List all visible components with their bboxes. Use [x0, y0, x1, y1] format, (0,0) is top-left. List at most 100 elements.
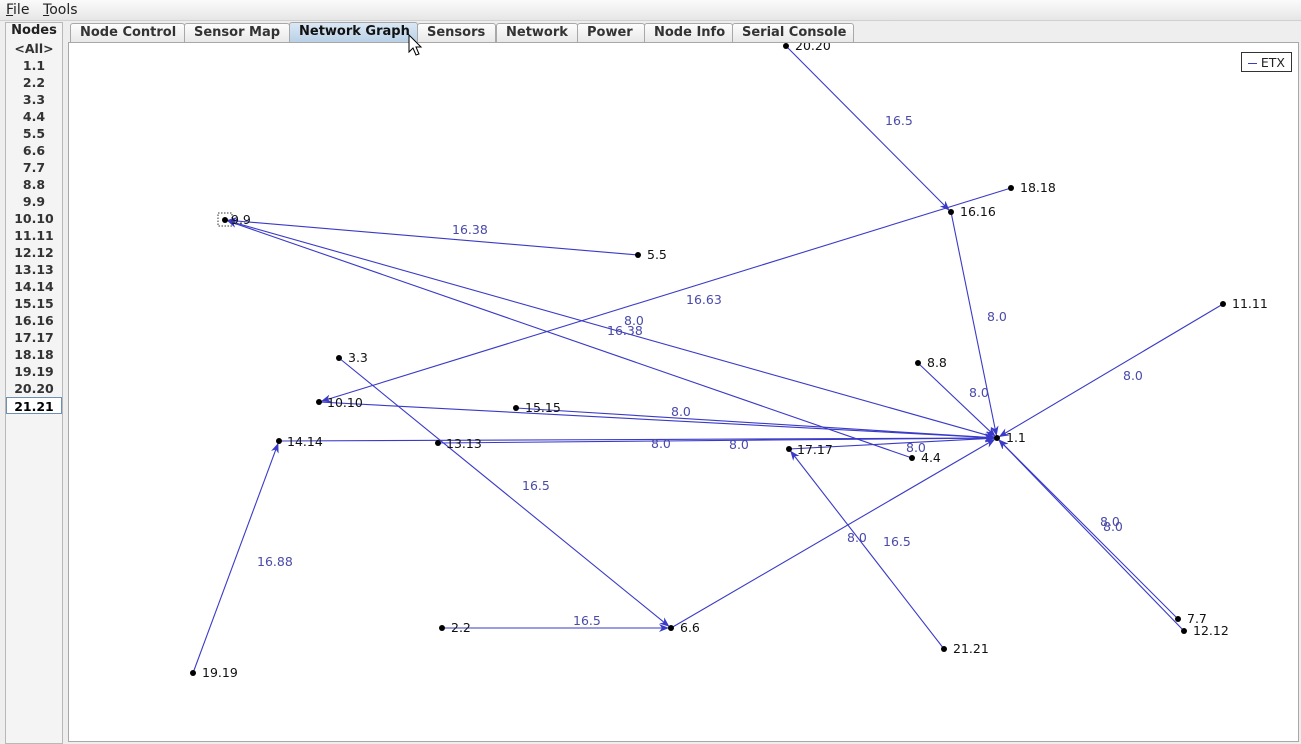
edge-5.5-to-9.9 — [226, 217, 639, 256]
graph-node[interactable]: 20.20 — [783, 43, 831, 53]
menu-tools[interactable]: Tools — [43, 1, 78, 19]
node-list-item[interactable]: 5.5 — [6, 125, 62, 142]
graph-node-dot — [994, 435, 1000, 441]
graph-node-dot — [435, 440, 441, 446]
edge-etx-label: 8.0 — [729, 437, 749, 452]
graph-node[interactable]: 16.16 — [948, 204, 996, 219]
graph-node-label: 5.5 — [647, 247, 667, 262]
graph-node[interactable]: 1.1 — [994, 430, 1026, 445]
graph-node[interactable]: 2.2 — [439, 620, 471, 635]
node-list-item[interactable]: 10.10 — [6, 210, 62, 227]
edge-21.21-to-17.17 — [790, 450, 945, 650]
legend-swatch — [1247, 63, 1257, 64]
graph-node-label: 2.2 — [451, 620, 471, 635]
graph-node-dot — [1008, 185, 1014, 191]
graph-node-label: 3.3 — [348, 350, 368, 365]
node-list-item[interactable]: 14.14 — [6, 278, 62, 295]
tab-network-graph[interactable]: Network Graph — [289, 22, 418, 43]
edge-etx-label: 16.5 — [522, 478, 550, 493]
edge-etx-label: 8.0 — [651, 436, 671, 451]
node-list-item[interactable]: 13.13 — [6, 261, 62, 278]
graph-node-label: 9.9 — [231, 212, 251, 227]
graph-node-dot — [222, 217, 228, 223]
node-list-item[interactable]: 15.15 — [6, 295, 62, 312]
graph-node-dot — [668, 625, 674, 631]
edge-7.7-to-1.1 — [998, 439, 1179, 620]
graph-node[interactable]: 21.21 — [941, 641, 989, 656]
graph-node[interactable]: 8.8 — [915, 355, 947, 370]
graph-node[interactable]: 18.18 — [1008, 180, 1056, 195]
node-list-item[interactable]: 8.8 — [6, 176, 62, 193]
edge-18.18-to-10.10 — [320, 187, 1012, 403]
tab-network[interactable]: Network — [496, 23, 578, 42]
edge-etx-label: 8.0 — [969, 385, 989, 400]
menu-file-mnemonic: F — [6, 2, 14, 18]
graph-node-dot — [439, 625, 445, 631]
graph-node-dot — [915, 360, 921, 366]
nodes-layer: 1.12.23.34.45.56.67.78.89.910.1011.1112.… — [190, 43, 1268, 680]
node-list-item[interactable]: 2.2 — [6, 74, 62, 91]
graph-node-label: 1.1 — [1006, 430, 1026, 445]
graph-node-dot — [190, 670, 196, 676]
legend: ETX — [1240, 52, 1292, 72]
edge-12.12-to-1.1 — [998, 439, 1185, 632]
node-list[interactable]: <All> 1.1 2.2 3.3 4.4 5.5 6.6 7.7 8.8 9.9 10.10 11.… — [6, 40, 62, 414]
network-graph-canvas[interactable]: 16.5 16.38 16.38 8.0 16.63 8.0 8.0 8.0 8.0 8.0 8.0… — [68, 42, 1299, 742]
edge-etx-label: 16.63 — [686, 292, 722, 307]
node-list-item[interactable]: 12.12 — [6, 244, 62, 261]
graph-node-label: 21.21 — [953, 641, 989, 656]
node-list-item[interactable]: 9.9 — [6, 193, 62, 210]
node-list-item[interactable]: 1.1 — [6, 57, 62, 74]
graph-node[interactable]: 11.11 — [1220, 296, 1268, 311]
graph-node-label: 4.4 — [921, 450, 941, 465]
edge-etx-label: 8.0 — [624, 313, 644, 328]
node-list-item[interactable]: 19.19 — [6, 363, 62, 380]
node-list-item[interactable]: 18.18 — [6, 346, 62, 363]
edge-10.10-to-1.1 — [318, 401, 996, 442]
menu-file-rest: ile — [13, 2, 30, 18]
node-list-item[interactable]: <All> — [6, 40, 62, 57]
graph-node-dot — [941, 646, 947, 652]
edge-etx-label: 8.0 — [1123, 368, 1143, 383]
graph-node-dot — [513, 405, 519, 411]
edge-3.3-to-6.6 — [338, 357, 670, 627]
graph-node-dot — [276, 438, 282, 444]
graph-node[interactable]: 19.19 — [190, 665, 238, 680]
graph-node-label: 6.6 — [680, 620, 700, 635]
node-list-item[interactable]: 11.11 — [6, 227, 62, 244]
graph-node-label: 17.17 — [797, 442, 833, 457]
tab-sensor-map[interactable]: Sensor Map — [184, 23, 290, 42]
tab-node-info[interactable]: Node Info — [644, 23, 733, 42]
node-list-item[interactable]: 17.17 — [6, 329, 62, 346]
node-list-item[interactable]: 21.21 — [6, 397, 62, 414]
graph-node[interactable]: 5.5 — [635, 247, 667, 262]
tab-power[interactable]: Power — [577, 23, 645, 42]
tab-serial-console[interactable]: Serial Console — [732, 23, 854, 42]
node-list-item[interactable]: 4.4 — [6, 108, 62, 125]
graph-node[interactable]: 6.6 — [668, 620, 700, 635]
graph-node-dot — [316, 399, 322, 405]
node-list-item[interactable]: 20.20 — [6, 380, 62, 397]
tab-sensors[interactable]: Sensors — [417, 23, 496, 42]
graph-node-label: 10.10 — [327, 395, 363, 410]
graph-node-label: 15.15 — [525, 400, 561, 415]
network-graph-svg: 16.516.3816.388.016.638.08.08.08.08.0 8.0… — [190, 43, 1268, 680]
edge-etx-label: 8.0 — [987, 309, 1007, 324]
node-list-item[interactable]: 16.16 — [6, 312, 62, 329]
tab-node-control[interactable]: Node Control — [70, 23, 185, 42]
node-list-item[interactable]: 3.3 — [6, 91, 62, 108]
node-list-item[interactable]: 6.6 — [6, 142, 62, 159]
graph-node-label: 11.11 — [1232, 296, 1268, 311]
graph-node-label: 16.16 — [960, 204, 996, 219]
graph-node[interactable]: 9.9 — [217, 212, 251, 227]
graph-node-dot — [783, 43, 789, 49]
edge-etx-label: 8.0 — [847, 530, 867, 545]
mouse-cursor-icon — [408, 34, 423, 56]
node-list-item[interactable]: 7.7 — [6, 159, 62, 176]
graph-node[interactable]: 3.3 — [336, 350, 368, 365]
edge-etx-label: 16.5 — [885, 113, 913, 128]
menu-tools-rest: ools — [49, 2, 78, 18]
graph-node-dot — [336, 355, 342, 361]
menu-file[interactable]: File — [6, 1, 29, 19]
graph-node-label: 20.20 — [795, 43, 831, 53]
